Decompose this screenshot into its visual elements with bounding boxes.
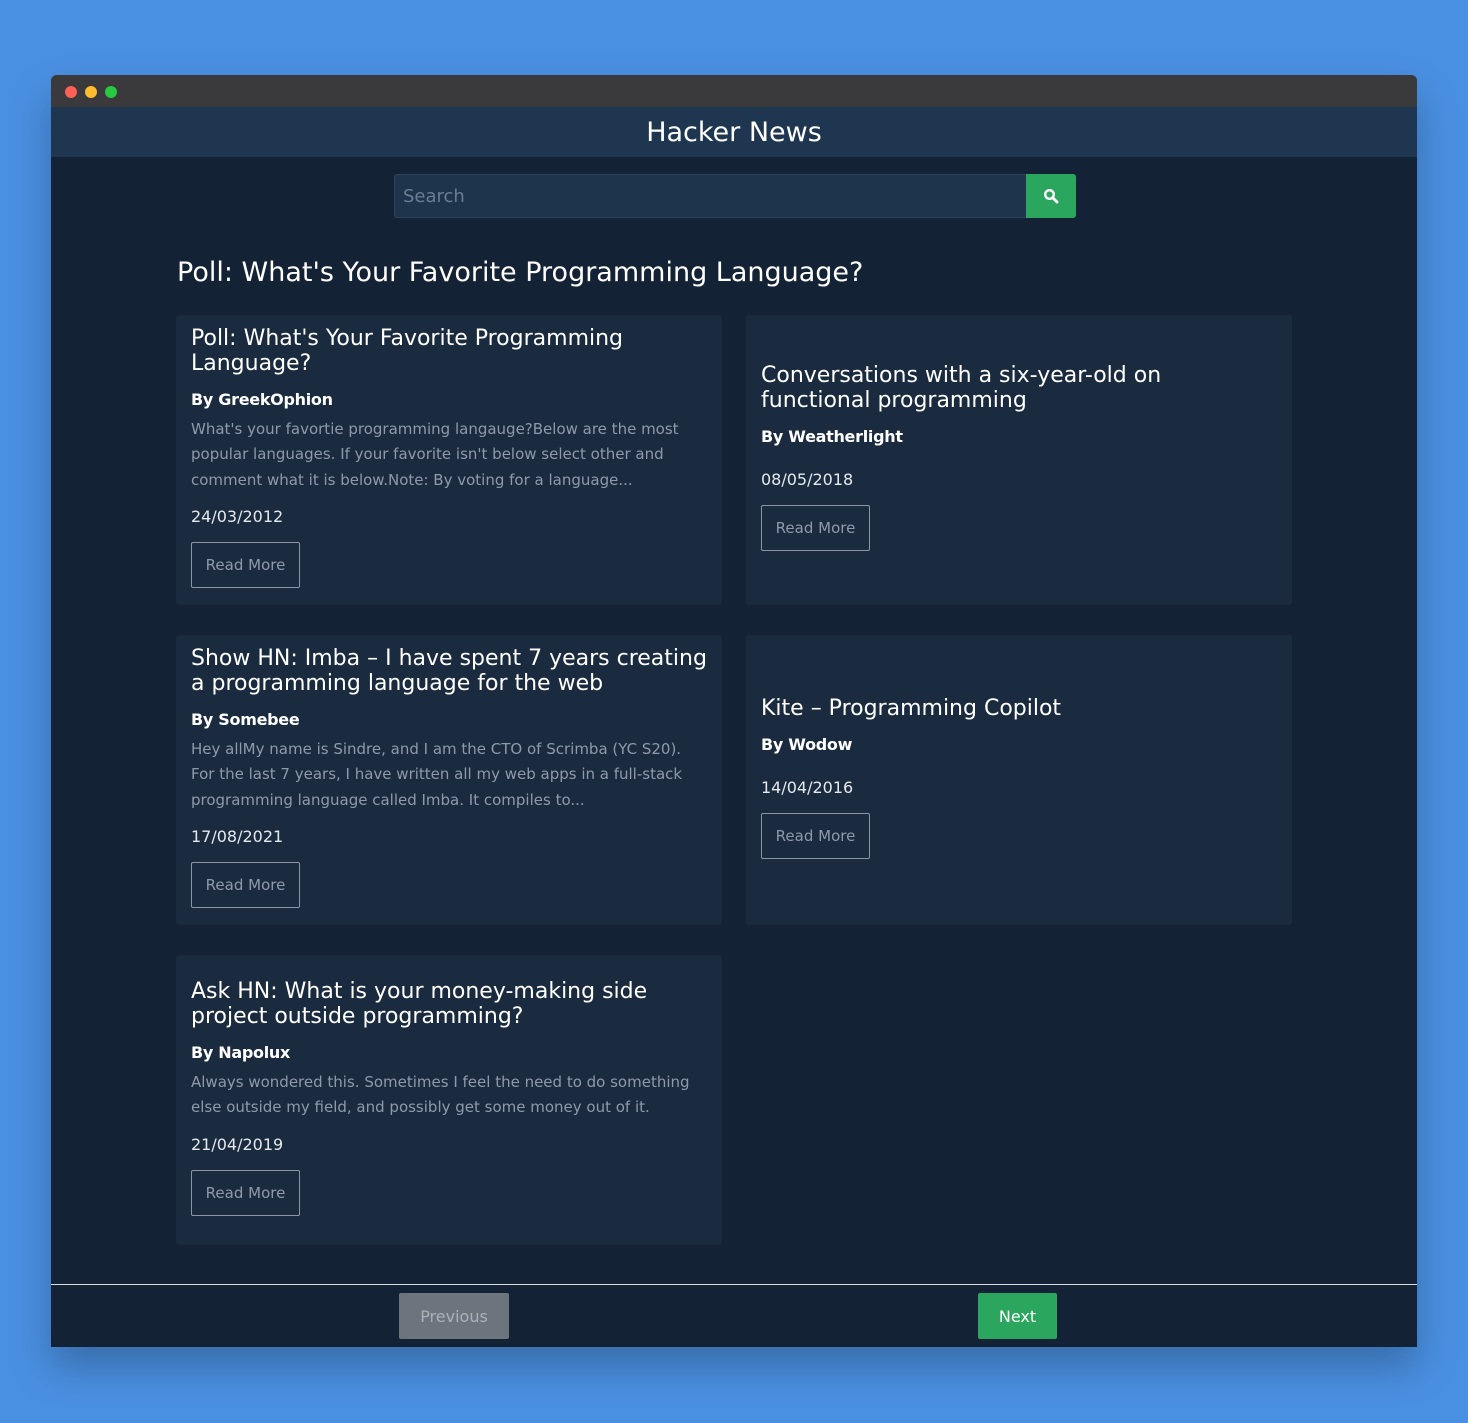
search-bar (394, 174, 1076, 218)
story-title: Show HN: Imba – I have spent 7 years cre… (191, 645, 707, 696)
story-excerpt: Hey allMy name is Sindre, and I am the C… (191, 739, 683, 809)
read-more-button[interactable]: Read More (191, 542, 300, 589)
window-titlebar (51, 75, 1417, 107)
story-card: Show HN: Imba – I have spent 7 years cre… (176, 635, 722, 925)
story-author: By Somebee (191, 709, 300, 729)
read-more-button[interactable]: Read More (761, 812, 870, 859)
close-window-dot[interactable] (65, 86, 77, 98)
story-card: Kite – Programming Copilot By Wodow 14/0… (746, 635, 1292, 925)
story-author: By Weatherlight (761, 427, 903, 446)
story-excerpt: What's your favortie programming langaug… (191, 419, 679, 489)
story-author: By GreekOphion (191, 389, 333, 409)
app-header: Hacker News (51, 107, 1417, 157)
story-author: By Napolux (191, 1042, 291, 1062)
story-title: Kite – Programming Copilot (761, 695, 1062, 721)
story-title: Ask HN: What is your money-making side p… (191, 978, 648, 1029)
search-input[interactable] (394, 174, 1026, 218)
story-author: By Wodow (761, 734, 853, 754)
read-more-button[interactable]: Read More (191, 1169, 300, 1216)
story-title: Conversations with a six-year-old on fun… (761, 363, 1162, 413)
page-title: Poll: What's Your Favorite Programming L… (177, 257, 864, 288)
story-excerpt: Always wondered this. Sometimes I feel t… (191, 1072, 690, 1117)
story-date: 14/04/2016 (761, 777, 854, 797)
story-card: Ask HN: What is your money-making side p… (176, 955, 722, 1245)
story-date: 08/05/2018 (761, 470, 854, 489)
read-more-button[interactable]: Read More (761, 505, 870, 551)
browser-window: Hacker News Poll: What's Your Favorite P… (51, 75, 1417, 1347)
search-icon (1043, 188, 1059, 204)
app-title: Hacker News (646, 116, 822, 148)
story-card: Poll: What's Your Favorite Programming L… (176, 315, 722, 605)
story-date: 17/08/2021 (191, 827, 284, 847)
previous-button[interactable]: Previous (399, 1293, 509, 1339)
read-more-button[interactable]: Read More (191, 862, 300, 909)
search-button[interactable] (1026, 174, 1076, 218)
story-card: Conversations with a six-year-old on fun… (746, 315, 1292, 605)
story-title: Poll: What's Your Favorite Programming L… (191, 325, 624, 376)
pagination-bar: Previous Next (51, 1284, 1417, 1347)
minimize-window-dot[interactable] (85, 86, 97, 98)
next-button[interactable]: Next (978, 1293, 1057, 1339)
maximize-window-dot[interactable] (105, 86, 117, 98)
story-date: 24/03/2012 (191, 507, 284, 527)
story-date: 21/04/2019 (191, 1134, 284, 1154)
